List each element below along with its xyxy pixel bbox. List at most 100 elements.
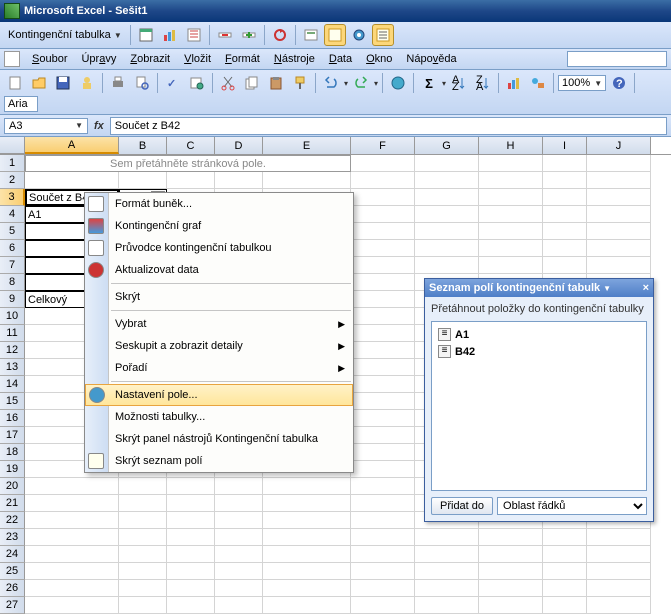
cell-H3[interactable] [479,189,543,206]
cell-G4[interactable] [415,206,479,223]
cell-A1[interactable]: Sem přetáhněte stránková pole. [25,155,351,172]
cell-G1[interactable] [415,155,479,172]
save-icon[interactable] [52,72,74,94]
cell-I6[interactable] [543,240,587,257]
fx-icon[interactable]: fx [94,120,104,132]
research-icon[interactable] [186,72,208,94]
cell-J7[interactable] [587,257,651,274]
cell-E27[interactable] [263,597,351,614]
cell-J1[interactable] [587,155,651,172]
cell-I1[interactable] [543,155,587,172]
col-header-B[interactable]: B [119,137,167,154]
cell-G25[interactable] [415,563,479,580]
cell-I2[interactable] [543,172,587,189]
sort-desc-icon[interactable]: ZA [472,72,494,94]
menu-data[interactable]: Data [323,51,358,67]
row-header-18[interactable]: 18 [0,444,25,461]
cell-B27[interactable] [119,597,167,614]
cell-H7[interactable] [479,257,543,274]
row-header-16[interactable]: 16 [0,410,25,427]
cell-F24[interactable] [351,546,415,563]
cell-G23[interactable] [415,529,479,546]
cell-F5[interactable] [351,223,415,240]
row-header-9[interactable]: 9 [0,291,25,308]
cell-F7[interactable] [351,257,415,274]
cell-I23[interactable] [543,529,587,546]
cell-E2[interactable] [263,172,351,189]
cell-H27[interactable] [479,597,543,614]
field-settings-icon[interactable] [348,24,370,46]
drawing-icon[interactable] [527,72,549,94]
cell-A23[interactable] [25,529,119,546]
cell-A26[interactable] [25,580,119,597]
cell-A24[interactable] [25,546,119,563]
row-header-3[interactable]: 3 [0,189,25,206]
cell-F9[interactable] [351,291,415,308]
row-header-10[interactable]: 10 [0,308,25,325]
cell-C24[interactable] [167,546,215,563]
cell-F17[interactable] [351,427,415,444]
cell-I5[interactable] [543,223,587,240]
redo-icon[interactable] [350,72,372,94]
cell-F6[interactable] [351,240,415,257]
cell-E25[interactable] [263,563,351,580]
col-header-E[interactable]: E [263,137,351,154]
cell-J6[interactable] [587,240,651,257]
field-panel-titlebar[interactable]: Seznam polí kontingenční tabulk ▼ × [425,279,653,297]
cell-G27[interactable] [415,597,479,614]
cell-D21[interactable] [215,495,263,512]
row-header-13[interactable]: 13 [0,359,25,376]
cell-J2[interactable] [587,172,651,189]
cell-H1[interactable] [479,155,543,172]
cell-I26[interactable] [543,580,587,597]
pivot-menu-button[interactable]: Kontingenční tabulka ▼ [4,29,126,41]
row-header-25[interactable]: 25 [0,563,25,580]
zoom-combo[interactable]: 100%▼ [558,75,606,91]
cell-F1[interactable] [351,155,415,172]
field-item-b42[interactable]: ≡B42 [436,343,642,360]
cell-F18[interactable] [351,444,415,461]
menu-napoveda[interactable]: Nápověda [400,51,462,67]
menu-soubor[interactable]: Soubor [26,51,73,67]
col-header-G[interactable]: G [415,137,479,154]
cell-F2[interactable] [351,172,415,189]
cell-G6[interactable] [415,240,479,257]
cm-hide-field-list[interactable]: Skrýt seznam polí [85,450,353,472]
cell-J24[interactable] [587,546,651,563]
cell-I25[interactable] [543,563,587,580]
show-detail-icon[interactable] [238,24,260,46]
cell-G24[interactable] [415,546,479,563]
cell-D22[interactable] [215,512,263,529]
cell-F16[interactable] [351,410,415,427]
cm-pivot-chart[interactable]: Kontingenční graf [85,215,353,237]
cell-H23[interactable] [479,529,543,546]
formula-input[interactable]: Součet z B42 [110,117,667,135]
cell-F12[interactable] [351,342,415,359]
cell-E23[interactable] [263,529,351,546]
row-header-22[interactable]: 22 [0,512,25,529]
cm-group-details[interactable]: Seskupit a zobrazit detaily▶ [85,335,353,357]
hide-detail-icon[interactable] [214,24,236,46]
col-header-A[interactable]: A [25,137,119,154]
cell-H2[interactable] [479,172,543,189]
cell-I27[interactable] [543,597,587,614]
cm-hide[interactable]: Skrýt [85,286,353,308]
cm-order[interactable]: Pořadí▶ [85,357,353,379]
cell-H25[interactable] [479,563,543,580]
cell-C21[interactable] [167,495,215,512]
cell-D24[interactable] [215,546,263,563]
row-header-4[interactable]: 4 [0,206,25,223]
cell-B21[interactable] [119,495,167,512]
col-header-C[interactable]: C [167,137,215,154]
cell-D27[interactable] [215,597,263,614]
cm-field-settings[interactable]: Nastavení pole... [85,384,353,406]
sort-asc-icon[interactable]: AZ [448,72,470,94]
cell-B20[interactable] [119,478,167,495]
format-painter-icon[interactable] [289,72,311,94]
cell-J4[interactable] [587,206,651,223]
cell-F20[interactable] [351,478,415,495]
row-header-1[interactable]: 1 [0,155,25,172]
cell-A27[interactable] [25,597,119,614]
menu-vlozit[interactable]: Vložit [178,51,217,67]
cell-B23[interactable] [119,529,167,546]
